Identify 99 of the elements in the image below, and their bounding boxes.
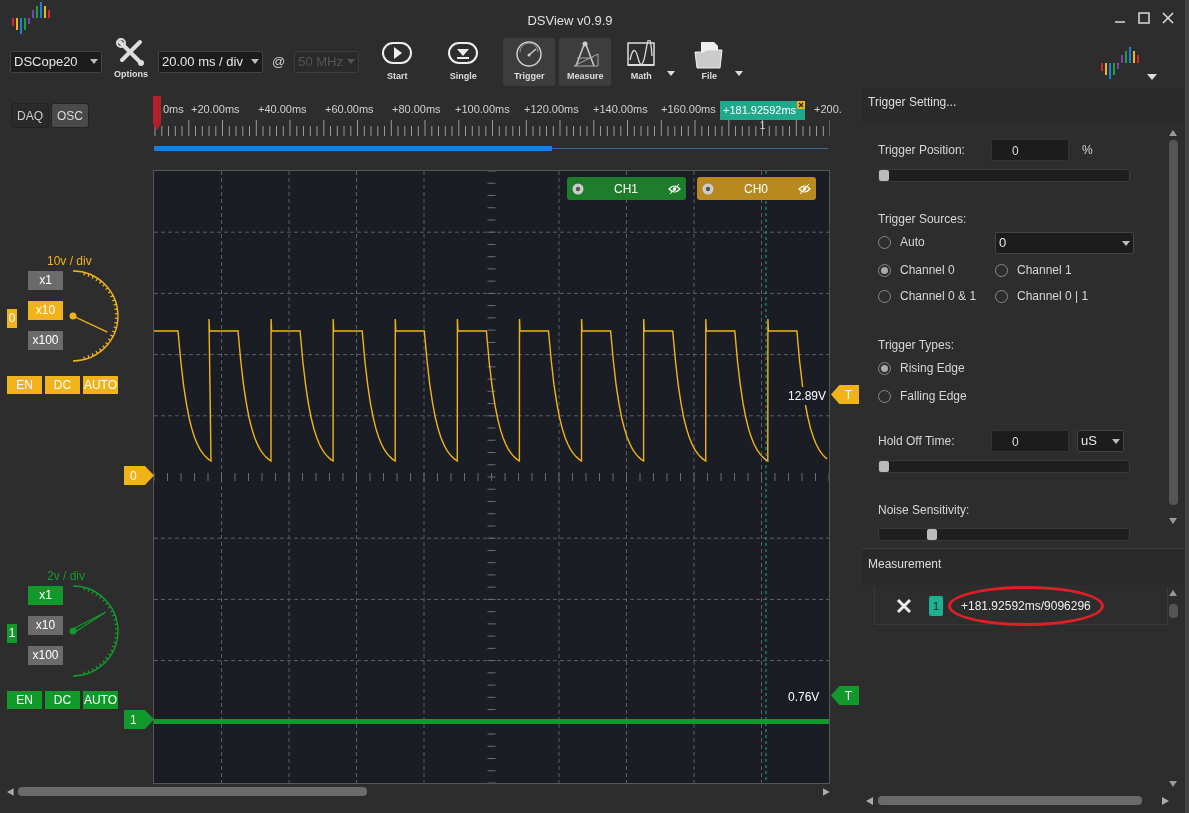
time-label: +80.00ms [392,102,441,117]
time-label: +140.00ms [593,102,648,117]
caret-icon[interactable] [667,70,676,76]
trigger-level-label: 12.89V [787,387,828,405]
scroll-down-icon[interactable] [1169,781,1177,787]
radio-option[interactable]: Channel 0 | 1 [995,286,1135,306]
unit-select[interactable]: uS [1077,430,1124,452]
measure-button[interactable]: Measure [559,37,612,86]
caret-icon[interactable] [735,70,744,76]
gear-icon [702,182,714,195]
trigger-level-marker[interactable]: T [831,686,859,705]
scroll-left-icon[interactable] [7,787,14,796]
channel-option-button[interactable]: DC [45,691,80,709]
time-label: +40.00ms [258,102,307,117]
time-label: +200. [814,102,842,117]
device-select[interactable]: DSCope20 [10,50,102,73]
scale-label: 10v / div [47,253,93,268]
cursor-time: +181.92592ms [723,103,797,119]
value-field[interactable]: 0 [991,139,1069,161]
mode-tab[interactable]: DAQ [11,103,49,128]
slider-thumb[interactable] [927,529,937,540]
field-label: Trigger Position: [878,142,966,159]
source-select[interactable]: 0 [995,232,1134,254]
scroll-right-icon[interactable] [823,787,830,796]
caret-icon [347,59,356,64]
scrollbar-thumb[interactable] [878,796,1142,805]
measure-value: +181.92592ms/9096296 [948,585,1104,626]
time-label: +120.00ms [524,102,579,117]
radio-option[interactable]: Channel 0 & 1 [878,286,995,306]
channel-option-button[interactable]: EN [7,691,42,709]
scroll-right-icon[interactable] [1162,796,1169,805]
caret-icon [1112,438,1120,444]
scroll-up-icon[interactable] [1169,130,1177,136]
view-range-bar[interactable] [154,145,552,151]
caret-icon [251,59,259,64]
field-label: Hold Off Time: [878,433,956,450]
measure-index: 1 [929,595,943,616]
logo-icon [1101,46,1141,79]
channel-name: CH1 [613,180,639,198]
time-label: +20.00ms [191,102,240,117]
view-track[interactable] [154,145,828,151]
eye-icon [668,182,681,195]
slider-thumb[interactable] [879,461,889,472]
channel-index: 0 [7,308,17,328]
scroll-up-icon[interactable] [1169,590,1177,596]
caret-icon [1122,240,1130,246]
trigger-button[interactable]: Trigger [503,37,556,86]
close-icon[interactable] [896,597,912,614]
trigger-marker [153,96,161,130]
radio-option[interactable]: Rising Edge [878,358,1168,378]
value-field[interactable]: 0 [991,430,1069,452]
close-icon[interactable] [797,101,806,109]
timebase-select[interactable]: 20.00 ms / div [158,50,263,73]
radio-option[interactable]: Auto [878,232,995,252]
math-button[interactable]: Math [615,37,678,86]
dropdown-icon[interactable] [1147,74,1157,80]
probe-button[interactable]: x100 [28,646,63,665]
channel-name: CH0 [743,180,769,198]
section-label: Noise Sensitivity: [878,502,971,519]
section-label: Trigger Sources: [878,211,968,228]
probe-button[interactable]: x1 [28,586,63,605]
channel-tag[interactable]: CH1 [567,177,686,200]
radio-option[interactable]: Falling Edge [878,386,1168,406]
scale-label: 2v / div [47,568,86,583]
time-label: +60.00ms [325,102,374,117]
time-label: +100.00ms [455,102,510,117]
scrollbar-thumb[interactable] [1168,604,1178,618]
single-button[interactable]: Single [437,37,490,86]
time-label: +160.00ms [661,102,716,117]
window-title: DSView v0.9.9 [526,12,614,30]
slider-track[interactable] [878,460,1130,473]
channel-index: 1 [7,623,17,643]
time-label: 0ms [163,102,184,117]
slider-track[interactable] [878,169,1130,182]
caret-icon [90,59,98,64]
channel-marker[interactable]: 1 [124,710,154,729]
scrollbar-thumb[interactable] [1168,140,1178,505]
probe-button[interactable]: x100 [28,331,63,350]
file-button[interactable]: File [683,37,746,86]
radio-option[interactable]: Channel 1 [995,260,1135,280]
mode-tab[interactable]: OSC [51,103,90,128]
start-button[interactable]: Start [371,37,424,86]
scroll-left-icon[interactable] [866,796,873,805]
slider-thumb[interactable] [879,170,889,181]
unit-label: % [1082,142,1093,159]
radio-option[interactable]: Channel 0 [878,260,995,280]
eye-icon [798,182,811,195]
channel-option-button[interactable]: AUTO [83,691,118,709]
at-label: @ [272,52,286,71]
scroll-down-icon[interactable] [1169,518,1177,524]
gear-icon [572,182,584,195]
slider-track[interactable] [878,528,1130,541]
probe-button[interactable]: x1 [28,271,63,290]
logo-icon [12,1,52,34]
section-label: Trigger Types: [878,337,956,354]
options-button[interactable]: Options [112,37,150,86]
cursor-index: 1 [759,121,766,131]
scrollbar-thumb[interactable] [17,787,368,796]
probe-button[interactable]: x10 [28,616,63,635]
